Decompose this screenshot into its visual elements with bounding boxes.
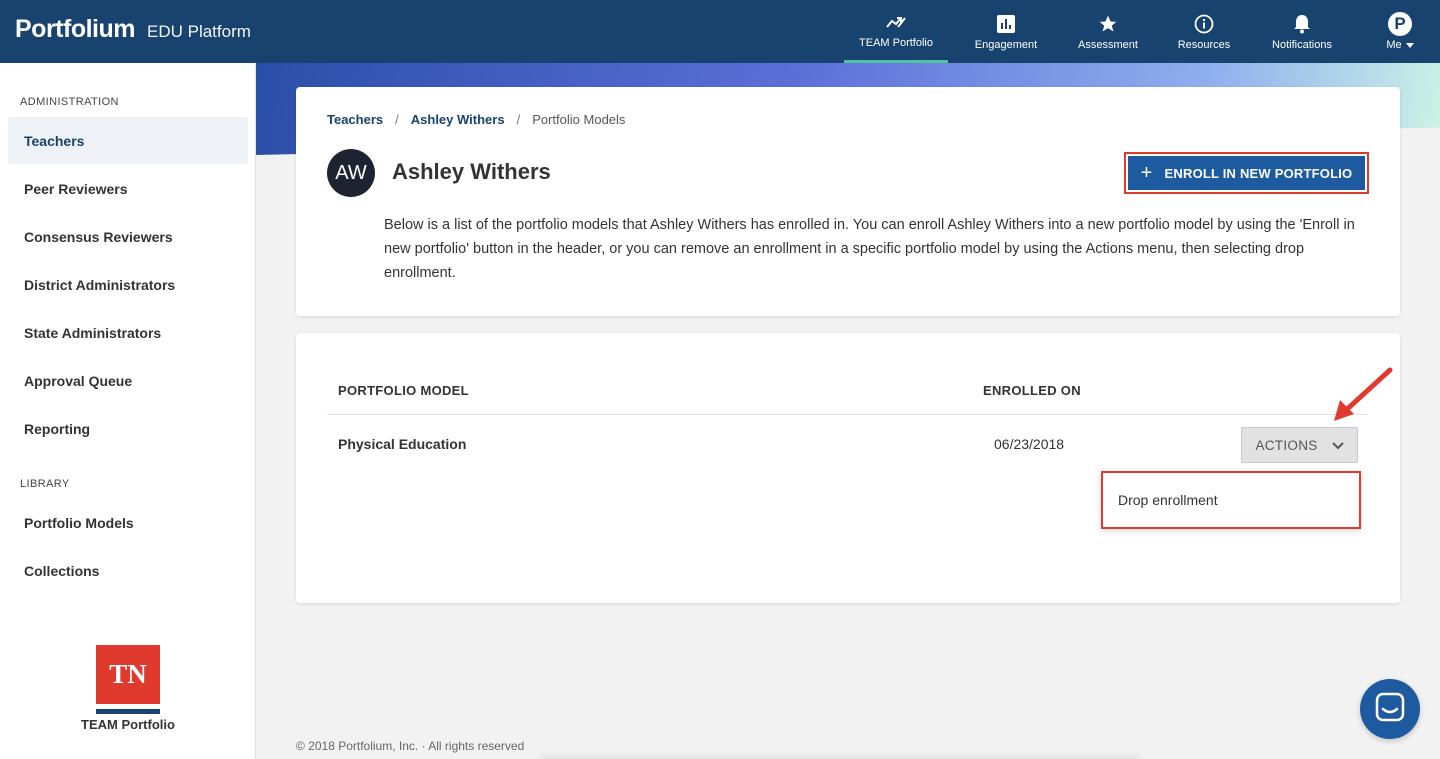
row-enrolled-on: 06/23/2018: [994, 436, 1065, 452]
profile-card: Teachers / Ashley Withers / Portfolio Mo…: [296, 87, 1400, 316]
nav-me[interactable]: P Me: [1372, 0, 1428, 63]
drop-enrollment-menu-item[interactable]: Drop enrollment: [1101, 471, 1361, 529]
table-divider: [327, 414, 1367, 415]
nav-resources[interactable]: Resources: [1164, 0, 1244, 63]
nav-assessment[interactable]: Assessment: [1064, 0, 1152, 63]
star-icon: [1098, 13, 1118, 35]
chat-launcher-button[interactable]: [1360, 679, 1420, 739]
tn-logo-caption: TEAM Portfolio: [81, 717, 175, 732]
plus-icon: +: [1140, 162, 1153, 184]
nav-label: Resources: [1177, 38, 1231, 51]
sidebar-item-approval-queue[interactable]: Approval Queue: [8, 357, 248, 404]
teacher-name: Ashley Withers: [392, 159, 551, 184]
sidebar-item-reporting[interactable]: Reporting: [8, 405, 248, 452]
enroll-button-label: ENROLL IN NEW PORTFOLIO: [1164, 165, 1353, 181]
breadcrumb-separator: /: [516, 112, 521, 127]
info-icon: [1194, 13, 1214, 35]
footer-copyright: © 2018 Portfolium, Inc. · All rights res…: [296, 739, 525, 753]
chevron-down-icon: [1331, 438, 1344, 453]
sidebar-item-district-administrators[interactable]: District Administrators: [8, 261, 248, 308]
sidebar-item-state-administrators[interactable]: State Administrators: [8, 309, 248, 356]
breadcrumb-current: Portfolio Models: [532, 112, 626, 127]
nav-team-portfolio[interactable]: TEAM Portfolio: [844, 0, 948, 63]
annotation-arrow-icon: [1334, 367, 1393, 421]
sidebar-item-consensus-reviewers[interactable]: Consensus Reviewers: [8, 213, 248, 260]
brand-subtitle: EDU Platform: [147, 22, 251, 41]
brand[interactable]: Portfolium EDU Platform: [15, 15, 251, 44]
user-avatar: P: [1388, 11, 1412, 36]
breadcrumb-teachers[interactable]: Teachers: [327, 112, 383, 127]
nav-label: TEAM Portfolio: [859, 37, 933, 49]
bell-icon: [1293, 13, 1311, 35]
sidebar-heading-library: LIBRARY: [20, 478, 70, 490]
actions-label: ACTIONS: [1255, 437, 1318, 453]
nav-label: Notifications: [1272, 38, 1332, 51]
enroll-button-highlight: + ENROLL IN NEW PORTFOLIO: [1124, 152, 1369, 194]
breadcrumb: Teachers / Ashley Withers / Portfolio Mo…: [327, 112, 625, 127]
nav-engagement[interactable]: Engagement: [960, 0, 1052, 63]
sidebar-item-teachers[interactable]: Teachers: [8, 117, 248, 164]
sidebar-heading-administration: ADMINISTRATION: [20, 96, 119, 108]
chat-icon: [1375, 692, 1405, 727]
nav-label: Me: [1386, 38, 1402, 51]
footer-shadow: [540, 754, 1140, 759]
teacher-avatar: AW: [327, 149, 375, 197]
me-menu: Me: [1386, 38, 1414, 51]
nav-label: Assessment: [1078, 38, 1138, 51]
caret-down-icon: [1405, 39, 1414, 51]
nav-label: Engagement: [974, 38, 1038, 51]
sidebar-item-collections[interactable]: Collections: [8, 547, 248, 594]
row-portfolio-model: Physical Education: [338, 436, 467, 452]
breadcrumb-ashley-withers[interactable]: Ashley Withers: [411, 112, 505, 127]
enrollments-card: PORTFOLIO MODEL ENROLLED ON Physical Edu…: [296, 333, 1400, 603]
sidebar: ADMINISTRATION Teachers Peer Reviewers C…: [0, 63, 256, 759]
column-header-portfolio-model: PORTFOLIO MODEL: [338, 383, 469, 398]
enroll-in-new-portfolio-button[interactable]: + ENROLL IN NEW PORTFOLIO: [1128, 156, 1365, 190]
brand-logo: Portfolium: [15, 15, 136, 43]
top-navigation-bar: Portfolium EDU Platform TEAM Portfolio E…: [0, 0, 1440, 63]
sidebar-item-portfolio-models[interactable]: Portfolio Models: [8, 499, 248, 546]
sidebar-item-peer-reviewers[interactable]: Peer Reviewers: [8, 165, 248, 212]
nav-notifications[interactable]: Notifications: [1258, 0, 1346, 63]
breadcrumb-separator: /: [395, 112, 399, 127]
bar-chart-icon: [997, 13, 1015, 35]
column-header-enrolled-on: ENROLLED ON: [983, 383, 1081, 398]
actions-dropdown-button[interactable]: ACTIONS: [1241, 427, 1358, 463]
team-portfolio-icon: [886, 11, 906, 33]
tn-logo: TN: [96, 645, 160, 709]
page-description: Below is a list of the portfolio models …: [384, 217, 1355, 281]
